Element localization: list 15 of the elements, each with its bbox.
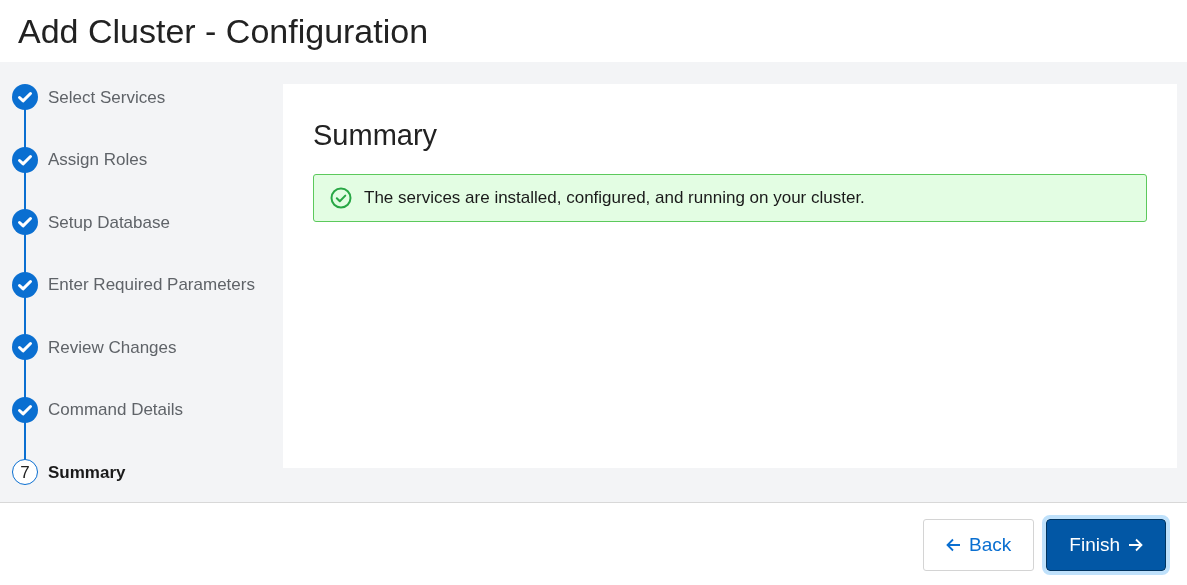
page-title: Add Cluster - Configuration	[18, 10, 429, 52]
step-label[interactable]: Assign Roles	[48, 147, 148, 173]
step-label[interactable]: Enter Required Parameters	[48, 272, 255, 298]
step-number: 7	[12, 459, 38, 486]
step-label[interactable]: Setup Database	[48, 209, 170, 235]
panel-heading: Summary	[313, 118, 439, 153]
step-label[interactable]: Review Changes	[48, 334, 177, 360]
step-label[interactable]: Summary	[48, 459, 126, 485]
arrow-right-icon	[1128, 538, 1143, 552]
step-label[interactable]: Command Details	[48, 397, 184, 423]
step-label[interactable]: Select Services	[48, 84, 166, 110]
alert-message: The services are installed, configured, and running on your cluster.	[364, 186, 865, 209]
back-button[interactable]: Back	[923, 519, 1035, 571]
arrow-left-icon	[946, 538, 962, 552]
check-circle-icon	[330, 186, 352, 209]
